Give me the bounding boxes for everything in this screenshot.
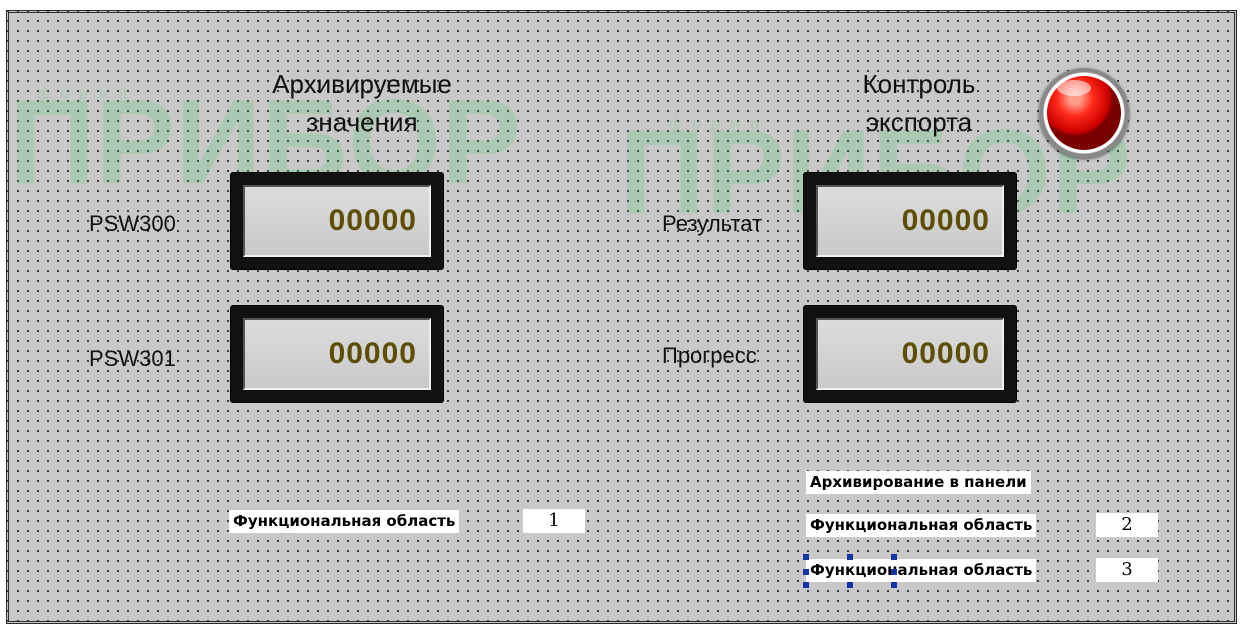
label-psw301: PSW301 bbox=[89, 346, 176, 371]
selection-handle[interactable] bbox=[891, 569, 897, 575]
function-area-3-number[interactable]: 3 bbox=[1096, 558, 1158, 582]
display-psw300[interactable]: 00000 bbox=[231, 173, 443, 269]
selection-handle[interactable] bbox=[803, 569, 809, 575]
function-area-1-label: Функциональная область bbox=[229, 510, 460, 533]
display-value-result: 00000 bbox=[901, 204, 990, 237]
export-status-lamp[interactable] bbox=[1039, 68, 1129, 158]
display-value-psw300: 00000 bbox=[328, 204, 417, 237]
label-result: Результат bbox=[662, 211, 763, 236]
selection-handle[interactable] bbox=[891, 554, 897, 560]
function-area-1-number[interactable]: 1 bbox=[523, 509, 585, 533]
watermark-subtext: фирма bbox=[37, 83, 138, 103]
selection-handle[interactable] bbox=[847, 554, 853, 560]
watermark-subtext-2: фирма bbox=[669, 113, 770, 133]
function-area-2-number[interactable]: 2 bbox=[1096, 513, 1158, 537]
display-value-psw301: 00000 bbox=[328, 337, 417, 370]
label-psw300: PSW300 bbox=[89, 211, 176, 236]
selection-handle[interactable] bbox=[803, 582, 809, 588]
selection-handle[interactable] bbox=[891, 582, 897, 588]
heading-export-control: Контроль экспорта bbox=[862, 69, 976, 137]
function-area-3-label[interactable]: Функциональная область bbox=[806, 559, 1037, 582]
display-value-progress: 00000 bbox=[901, 337, 990, 370]
heading-archived-values: Архивируемые значения bbox=[272, 69, 452, 137]
selection-handle[interactable] bbox=[803, 554, 809, 560]
function-area-2-label: Функциональная область bbox=[806, 514, 1037, 537]
lamp-shine bbox=[1057, 80, 1091, 96]
selection-handle[interactable] bbox=[847, 582, 853, 588]
archiving-in-panel-title: Архивирование в панели bbox=[806, 471, 1031, 494]
display-progress[interactable]: 00000 bbox=[804, 306, 1016, 402]
label-progress: Прогресс bbox=[662, 343, 757, 368]
hmi-screen: фирма ПРИБОР фирма ПРИБОР Архивируемые з… bbox=[6, 10, 1237, 624]
display-psw301[interactable]: 00000 bbox=[231, 306, 443, 402]
display-result[interactable]: 00000 bbox=[804, 173, 1016, 269]
